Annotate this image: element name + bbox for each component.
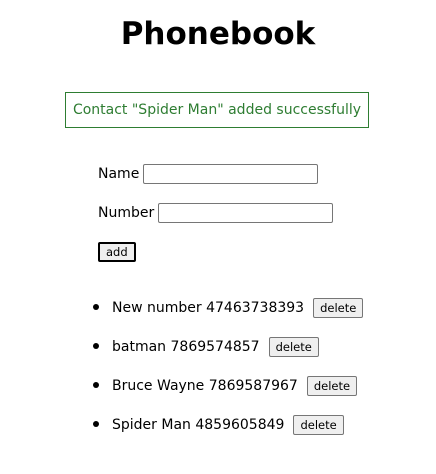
contact-number: 7869574857: [170, 338, 260, 355]
contact-name: New number: [112, 299, 202, 316]
bullet-icon: [93, 382, 99, 388]
contact-number: 4859605849: [195, 416, 285, 433]
delete-button[interactable]: delete: [293, 414, 344, 435]
delete-button[interactable]: delete: [313, 297, 364, 318]
contact-item: New number 47463738393 delete: [0, 297, 364, 318]
number-label: Number: [98, 205, 155, 221]
bullet-icon: [93, 304, 99, 310]
contact-item: batman 7869574857 delete: [0, 336, 363, 357]
delete-button[interactable]: delete: [268, 336, 319, 357]
page-title: Phonebook: [120, 16, 316, 52]
contact-item: Spider Man 4859605849 delete: [0, 414, 363, 435]
add-row: add: [98, 241, 333, 263]
number-input[interactable]: [158, 203, 334, 223]
name-input[interactable]: [143, 164, 319, 184]
name-label: Name: [98, 166, 140, 182]
contact-name: Bruce Wayne: [112, 377, 205, 394]
contact-number: 47463738393: [206, 299, 305, 316]
success-notification: Contact "Spider Man" added successfully: [65, 92, 369, 128]
contact-name: Spider Man: [112, 416, 191, 433]
notification-message: Contact "Spider Man" added successfully: [72, 102, 362, 118]
contact-name: batman: [112, 338, 167, 355]
contact-item: Bruce Wayne 7869587967 delete: [0, 375, 363, 396]
bullet-icon: [93, 421, 99, 427]
add-contact-form: Name Number add: [98, 163, 334, 280]
delete-button[interactable]: delete: [306, 375, 358, 396]
add-button[interactable]: add: [98, 242, 136, 262]
number-row: Number: [98, 202, 334, 224]
name-row: Name: [98, 163, 333, 185]
contact-list: New number 47463738393 delete batman 786…: [0, 297, 364, 453]
bullet-icon: [93, 343, 99, 349]
contact-number: 7869587967: [208, 377, 298, 394]
